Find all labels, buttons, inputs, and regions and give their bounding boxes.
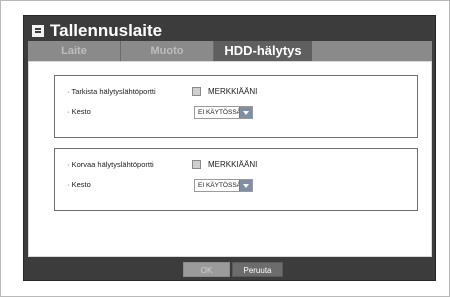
window-menu-icon [32,25,44,37]
dialog-title-bar: Tallennuslaite [32,20,162,42]
tab-laite[interactable]: Laite [28,41,121,61]
replace-duration-dropdown[interactable]: EI KÄYTÖSSÄ [194,179,253,192]
check-duration-label: · Kesto [67,107,91,116]
recorder-dialog: Tallennuslaite Laite Muoto HDD-hälytys ·… [23,15,436,281]
tab-hdd-halytys[interactable]: HDD-hälytys [214,41,312,61]
replace-alarm-group: · Korvaa hälytyslähtöportti MERKKIÄÄNI ·… [54,148,418,211]
replace-alarm-label: · Korvaa hälytyslähtöportti [67,160,154,169]
dialog-button-row: OK Peruuta [24,262,435,278]
check-alarm-row: · Tarkista hälytyslähtöportti MERKKIÄÄNI [55,85,417,101]
screenshot-canvas: Tallennuslaite Laite Muoto HDD-hälytys ·… [0,0,450,297]
ok-button[interactable]: OK [183,262,230,277]
replace-duration-label: · Kesto [67,180,91,189]
check-alarm-label: · Tarkista hälytyslähtöportti [67,87,156,96]
tab-bar: Laite Muoto HDD-hälytys [28,41,432,61]
check-buzzer-checkbox[interactable] [192,87,201,96]
replace-alarm-row: · Korvaa hälytyslähtöportti MERKKIÄÄNI [55,158,417,174]
check-alarm-group: · Tarkista hälytyslähtöportti MERKKIÄÄNI… [54,75,418,138]
settings-panel: · Tarkista hälytyslähtöportti MERKKIÄÄNI… [28,61,432,257]
dialog-title: Tallennuslaite [50,21,163,40]
check-duration-dropdown[interactable]: EI KÄYTÖSSÄ [194,106,253,119]
cancel-button[interactable]: Peruuta [232,262,283,277]
replace-duration-row: · Kesto EI KÄYTÖSSÄ [55,178,417,194]
replace-duration-value: EI KÄYTÖSSÄ [198,182,241,189]
tab-muoto[interactable]: Muoto [121,41,214,61]
replace-buzzer-checkbox[interactable] [192,160,201,169]
tab-bar-filler [312,41,432,61]
chevron-down-icon[interactable] [239,107,252,118]
chevron-down-icon[interactable] [239,180,252,191]
check-duration-row: · Kesto EI KÄYTÖSSÄ [55,105,417,121]
replace-buzzer-label: MERKKIÄÄNI [208,160,258,169]
check-buzzer-label: MERKKIÄÄNI [208,87,258,96]
check-duration-value: EI KÄYTÖSSÄ [198,109,241,116]
